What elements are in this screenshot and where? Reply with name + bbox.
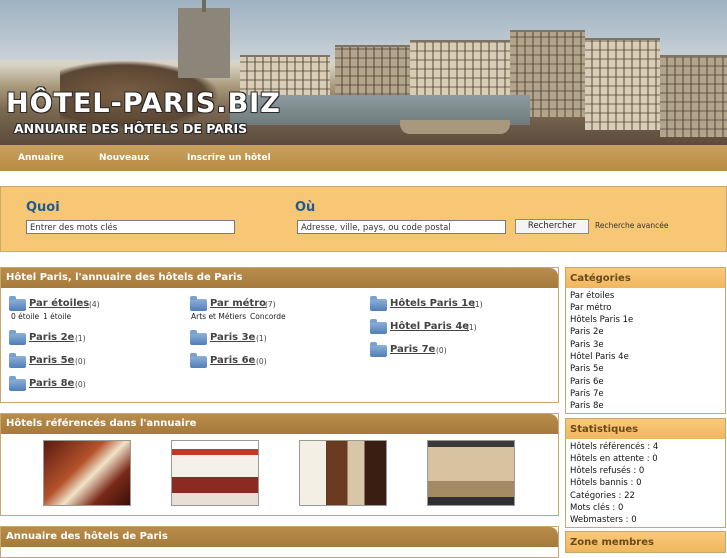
sidebar-cat-paris-2e[interactable]: Paris 2e bbox=[570, 327, 604, 337]
directory-title: Hôtel Paris, l'annuaire des hôtels de Pa… bbox=[1, 268, 558, 288]
sidebar-cat-paris-4e[interactable]: Hôtel Paris 4e bbox=[570, 352, 629, 362]
sidebar-cat-paris-5e[interactable]: Paris 5e bbox=[570, 364, 604, 374]
sub-arts-et-metiers[interactable]: Arts et Métiers bbox=[191, 312, 246, 321]
sidebar-stats-title: Statistiques bbox=[566, 419, 725, 439]
sidebar-members: Zone membres bbox=[565, 531, 726, 553]
keywords-input[interactable]: Entrer des mots clés bbox=[26, 220, 235, 234]
notre-dame-illustration bbox=[178, 0, 230, 78]
sidebar-cat-paris-7e[interactable]: Paris 7e bbox=[570, 389, 604, 399]
annuaire-title: Annuaire des hôtels de Paris bbox=[1, 527, 558, 547]
sidebar-cat-paris-1e[interactable]: Hôtels Paris 1e bbox=[570, 315, 633, 325]
folder-icon bbox=[370, 296, 387, 311]
stat-hotels-attente: Hôtels en attente : 0 bbox=[570, 454, 658, 464]
hotel-thumbnail-4[interactable] bbox=[427, 440, 515, 506]
folder-icon bbox=[370, 319, 387, 334]
search-panel: Quoi Entrer des mots clés Où Adresse, vi… bbox=[0, 186, 727, 252]
advanced-search-link[interactable]: Recherche avancée bbox=[595, 221, 669, 230]
sub-concorde[interactable]: Concorde bbox=[250, 312, 286, 321]
site-tagline: ANNUAIRE DES HÔTELS DE PARIS bbox=[14, 121, 248, 136]
hotel-thumbnail-1[interactable] bbox=[43, 440, 131, 506]
directory-panel: Hôtel Paris, l'annuaire des hôtels de Pa… bbox=[0, 267, 559, 403]
folder-icon bbox=[9, 353, 26, 368]
folder-icon bbox=[9, 296, 26, 311]
site-logo[interactable]: HÔTEL-PARIS.BIZ bbox=[6, 88, 281, 119]
annuaire-panel: Annuaire des hôtels de Paris bbox=[0, 526, 559, 558]
stat-hotels-refuses: Hôtels refusés : 0 bbox=[570, 466, 645, 476]
hotel-thumbnail-3[interactable] bbox=[299, 440, 387, 506]
nav-nouveaux[interactable]: Nouveaux bbox=[99, 153, 149, 163]
sidebar-statistics: Statistiques Hôtels référencés : 4 Hôtel… bbox=[565, 418, 726, 528]
what-label: Quoi bbox=[26, 200, 60, 215]
stat-webmasters: Webmasters : 0 bbox=[570, 515, 637, 525]
folder-icon bbox=[190, 296, 207, 311]
stat-hotels-bannis: Hôtels bannis : 0 bbox=[570, 478, 642, 488]
sidebar-categories: Catégories Par étoiles Par métro Hôtels … bbox=[565, 267, 726, 414]
sidebar-cat-par-metro[interactable]: Par métro bbox=[570, 303, 612, 313]
sidebar-cat-paris-8e[interactable]: Paris 8e bbox=[570, 401, 604, 411]
sidebar-cat-par-etoiles[interactable]: Par étoiles bbox=[570, 291, 614, 301]
nav-annuaire[interactable]: Annuaire bbox=[18, 153, 64, 163]
bridge bbox=[400, 100, 510, 134]
location-input[interactable]: Adresse, ville, pays, ou code postal bbox=[297, 220, 506, 234]
sub-1-etoile[interactable]: 1 étoile bbox=[43, 312, 71, 321]
stat-hotels-references: Hôtels référencés : 4 bbox=[570, 442, 659, 452]
hotel-thumbnail-2[interactable] bbox=[171, 440, 259, 506]
folder-icon bbox=[370, 342, 387, 357]
sidebar-members-title: Zone membres bbox=[566, 532, 725, 552]
sidebar-cat-paris-3e[interactable]: Paris 3e bbox=[570, 340, 604, 350]
main-nav: Annuaire Nouveaux Inscrire un hôtel bbox=[0, 145, 727, 171]
where-label: Où bbox=[295, 200, 316, 215]
featured-title: Hôtels référencés dans l'annuaire bbox=[1, 414, 558, 434]
sidebar-cat-paris-6e[interactable]: Paris 6e bbox=[570, 377, 604, 387]
nav-inscrire-hotel[interactable]: Inscrire un hôtel bbox=[187, 153, 271, 163]
stat-mots-cles: Mots clés : 0 bbox=[570, 503, 624, 513]
folder-icon bbox=[9, 376, 26, 391]
stat-categories: Catégories : 22 bbox=[570, 491, 635, 501]
sub-0-etoile[interactable]: 0 étoile bbox=[11, 312, 39, 321]
search-button[interactable]: Rechercher bbox=[515, 219, 589, 234]
featured-hotels-panel: Hôtels référencés dans l'annuaire bbox=[0, 413, 559, 516]
header-banner: HÔTEL-PARIS.BIZ ANNUAIRE DES HÔTELS DE P… bbox=[0, 0, 727, 145]
folder-icon bbox=[190, 353, 207, 368]
folder-icon bbox=[190, 330, 207, 345]
sidebar-categories-title: Catégories bbox=[566, 268, 725, 288]
folder-icon bbox=[9, 330, 26, 345]
